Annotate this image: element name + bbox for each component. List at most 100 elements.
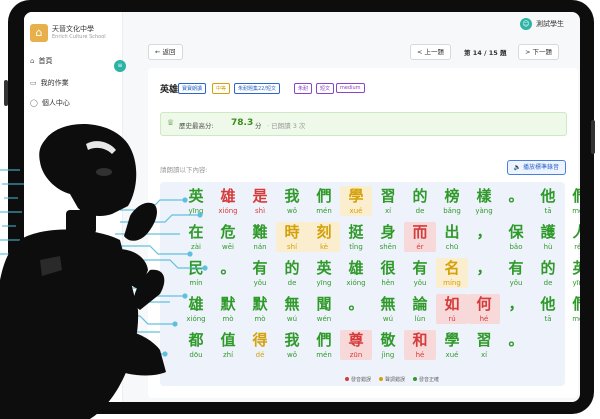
passage-char[interactable]: 的 de (404, 186, 436, 216)
passage-char[interactable]: 習 xí (468, 330, 500, 360)
passage-char[interactable]: 如 rú (436, 294, 468, 324)
next-question-button[interactable]: > 下一題 (518, 44, 560, 60)
sidebar-item-profile[interactable]: ◯ 個人中心 (30, 98, 70, 108)
passage-char[interactable]: 保 bǎo (500, 222, 532, 252)
passage-char[interactable]: 。 (500, 330, 532, 360)
pinyin: mò (222, 315, 234, 323)
collapse-sidebar-button[interactable]: ≡ (114, 60, 126, 72)
sidebar-item-homework[interactable]: ▭ 我的作業 (30, 78, 69, 88)
hanzi: 聞 (316, 295, 332, 313)
passage-char[interactable]: 敬 jìng (372, 330, 404, 360)
passage-char[interactable]: 論 lùn (404, 294, 436, 324)
passage-char[interactable]: 很 hěn (372, 258, 404, 288)
exercise-tag: 寶寶朗讀 (178, 83, 207, 94)
pinyin: yǒu (413, 279, 427, 287)
pinyin: zūn (349, 351, 363, 359)
hanzi: 有 (252, 259, 268, 277)
passage-char[interactable]: 人 rén (564, 222, 580, 252)
passage-char[interactable]: 出 chū (436, 222, 468, 252)
prev-question-button[interactable]: < 上一題 (410, 44, 452, 60)
passage-char[interactable]: 無 wú (372, 294, 404, 324)
sidebar-item-home[interactable]: ⌂ 首頁 (30, 56, 52, 66)
passage-char[interactable]: 何 hé (468, 294, 500, 324)
passage-char[interactable]: 。 (212, 258, 244, 288)
passage-char[interactable]: 。 (500, 186, 532, 216)
passage-char[interactable]: 有 yǒu (244, 258, 276, 288)
pinyin: wǒ (286, 351, 297, 359)
pinyin: zhí (222, 351, 234, 359)
play-standard-audio-button[interactable]: 🔈 播放標準錄音 (506, 160, 566, 175)
hanzi: 他 (540, 187, 556, 205)
passage-char[interactable]: 們 mén (308, 186, 340, 216)
passage-char[interactable]: 榜 bǎng (436, 186, 468, 216)
passage-char[interactable]: 們 mén (564, 294, 580, 324)
legend-label: 聲調錯誤 (385, 377, 406, 383)
passage-char[interactable]: 雄 xióng (340, 258, 372, 288)
passage-char[interactable]: 刻 kè (308, 222, 340, 252)
pinyin: tā (544, 315, 552, 323)
passage-char[interactable]: 我 wǒ (276, 330, 308, 360)
passage-char[interactable]: ， (468, 222, 500, 252)
passage-char[interactable]: 他 tā (532, 186, 564, 216)
passage-char[interactable]: 時 shí (276, 222, 308, 252)
pinyin: hù (543, 243, 553, 251)
passage-char[interactable]: 英 yīng (308, 258, 340, 288)
home-icon: ⌂ (30, 57, 35, 65)
hanzi: 無 (380, 295, 396, 313)
passage-char[interactable]: 的 de (532, 258, 564, 288)
passage-char[interactable]: 無 wú (276, 294, 308, 324)
passage-char[interactable]: 默 mò (244, 294, 276, 324)
pinyin: wú (382, 315, 394, 323)
pinyin: de (543, 279, 553, 287)
passage-char[interactable]: 樣 yàng (468, 186, 500, 216)
passage-char[interactable]: 。 (340, 294, 372, 324)
hanzi: 身 (380, 223, 396, 241)
passage-char[interactable]: 有 yǒu (500, 258, 532, 288)
user-menu[interactable]: ☺ 測試學生 (520, 18, 564, 30)
passage-char[interactable]: 是 shì (244, 186, 276, 216)
passage-char[interactable]: 學 xué (340, 186, 372, 216)
hanzi: 。 (348, 295, 364, 313)
passage-char[interactable]: 和 hé (404, 330, 436, 360)
passage-char[interactable]: 名 míng (436, 258, 468, 288)
passage-char[interactable]: 們 mén (564, 186, 580, 216)
hanzi: 尊 (348, 331, 364, 349)
hanzi: 習 (476, 331, 492, 349)
passage-char[interactable]: 護 hù (532, 222, 564, 252)
passage-char[interactable]: 聞 wén (308, 294, 340, 324)
passage-char[interactable]: 值 zhí (212, 330, 244, 360)
hanzi: 英 (572, 259, 580, 277)
legend-item: 聲調錯誤 (379, 376, 405, 383)
passage-char[interactable]: 的 de (276, 258, 308, 288)
passage-char[interactable]: 尊 zūn (340, 330, 372, 360)
passage-char[interactable]: 身 shēn (372, 222, 404, 252)
back-button[interactable]: ← 返回 (148, 44, 183, 60)
passage-char[interactable]: 默 mò (212, 294, 244, 324)
passage-char[interactable]: 學 xué (436, 330, 468, 360)
passage-char[interactable]: ， (468, 258, 500, 288)
hanzi: 人 (572, 223, 580, 241)
pinyin: xí (480, 351, 488, 359)
score-unit: 分 (255, 122, 262, 130)
hanzi: 很 (380, 259, 396, 277)
passage-char[interactable]: 得 dé (244, 330, 276, 360)
passage-char[interactable]: 有 yǒu (404, 258, 436, 288)
passage-char[interactable]: 英 yīng (564, 258, 580, 288)
passage-char[interactable]: ， (500, 294, 532, 324)
pinyin: xué (445, 351, 459, 359)
hanzi: 的 (412, 187, 428, 205)
passage-char[interactable]: 們 mén (308, 330, 340, 360)
passage-char[interactable]: 挺 tǐng (340, 222, 372, 252)
passage-char[interactable]: 而 ér (404, 222, 436, 252)
passage-char[interactable]: 他 tā (532, 294, 564, 324)
passage-char[interactable]: 難 nán (244, 222, 276, 252)
hanzi: 的 (284, 259, 300, 277)
passage-char[interactable]: 我 wǒ (276, 186, 308, 216)
pinyin: ér (416, 243, 424, 251)
score-value: 78.3 (231, 118, 254, 128)
pronunciation-legend: 發音錯誤 聲調錯誤 發音正確 (345, 376, 439, 383)
passage-char[interactable]: 雄 xióng (212, 186, 244, 216)
pinyin: de (287, 279, 297, 287)
passage-char[interactable]: 習 xí (372, 186, 404, 216)
passage-char[interactable]: 危 wēi (212, 222, 244, 252)
